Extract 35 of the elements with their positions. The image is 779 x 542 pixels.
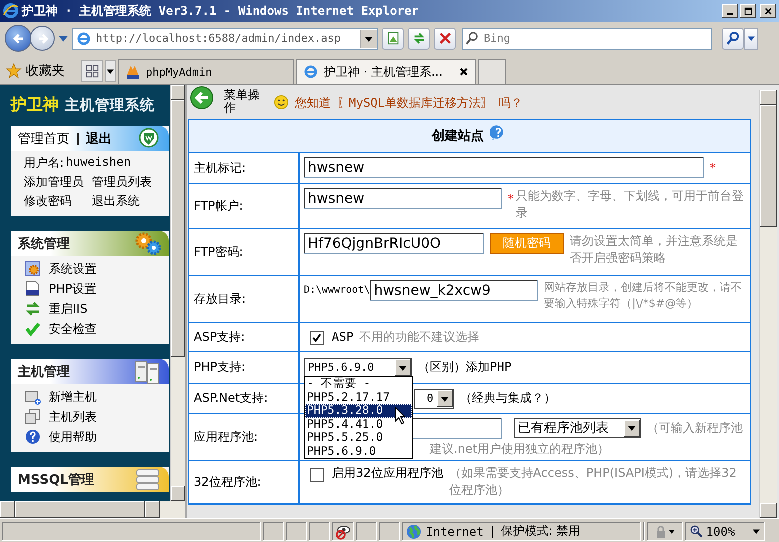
panel-title: 系统管理: [18, 236, 70, 252]
field-label: ASP支持:: [194, 328, 246, 346]
field-label: ASP.Net支持:: [194, 390, 268, 407]
hint-text: 网站存放目录，创建后将不能更改，请不要输入特殊字符（|\/*$#@等）: [544, 280, 744, 312]
security-zone: Internet: [426, 524, 484, 538]
menu-label: 菜单操作: [224, 89, 261, 115]
path-prefix: D:\wwwroot\: [304, 285, 370, 296]
hint-text: 建议.net用户使用独立的程序池）: [430, 442, 610, 456]
note-text: （经典与集成？）: [460, 390, 556, 407]
form-title: 创建站点: [432, 128, 484, 145]
hint-text: 只能为数字、字母、下划线，可用于前台登录: [516, 188, 745, 222]
logo-title: 主机管理系统: [65, 96, 155, 115]
field-label: 主机标记:: [194, 160, 246, 176]
panel-title: 主机管理: [18, 364, 70, 380]
tip-text: 您知道: [295, 95, 331, 112]
panel-title: MSSQL管理: [18, 472, 94, 488]
field-label: PHP支持:: [194, 359, 246, 376]
field-label: 应用程序池:: [194, 428, 258, 446]
required-mark: *: [710, 161, 716, 175]
logo-brand: 护卫神: [11, 95, 59, 116]
field-label: 32位程序池:: [194, 474, 262, 490]
hint-text: （如果需要支持Access、PHP(ISAPI模式)，请选择32位程序池）: [449, 465, 738, 499]
required-mark: *: [508, 192, 514, 206]
field-label: FTP帐户:: [194, 198, 244, 214]
hint-text: 请勿设置太简单，并注意系统是否开启强密码策略: [570, 233, 739, 267]
window-title: 护卫神 · 主机管理系统 Ver3.7.1 - Windows Internet Explorer: [22, 2, 420, 20]
protected-mode-status: 保护模式: 禁用: [500, 523, 581, 540]
username: huweishen: [66, 155, 132, 171]
field-label: 存放目录:: [194, 290, 246, 308]
hint-text: （可输入新程序池: [647, 420, 743, 437]
user-label: 用户名:: [24, 155, 64, 172]
hint-text: 不用的功能不建议选择: [360, 328, 481, 346]
field-label: FTP密码:: [194, 244, 244, 260]
tip-text: 吗？: [499, 95, 524, 112]
note-text: （区别）添加PHP: [418, 359, 512, 376]
